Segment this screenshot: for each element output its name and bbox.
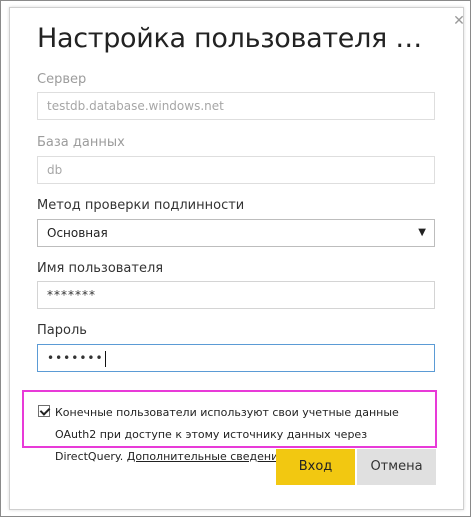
server-label: Сервер bbox=[37, 72, 87, 87]
dropdown-arrow-icon: ▼ bbox=[418, 227, 426, 238]
server-field: testdb.database.windows.net bbox=[37, 92, 435, 120]
dialog-title: Настройка пользователя SQL... bbox=[37, 23, 433, 54]
username-field[interactable]: ******* bbox=[37, 281, 435, 309]
learn-more-link[interactable]: Дополнительные сведения bbox=[127, 450, 285, 463]
username-value: ******* bbox=[47, 288, 96, 302]
username-label: Имя пользователя bbox=[37, 261, 164, 276]
database-label: База данных bbox=[37, 135, 125, 150]
sign-in-button[interactable]: Вход bbox=[276, 449, 355, 485]
database-field: db bbox=[37, 156, 435, 184]
oauth-consent-checkbox[interactable] bbox=[38, 405, 50, 417]
auth-method-select[interactable]: Основная ▼ bbox=[37, 219, 435, 247]
cancel-button[interactable]: Отмена bbox=[357, 449, 436, 485]
password-field[interactable]: ••••••• bbox=[37, 344, 435, 372]
window-frame: ✕ Настройка пользователя SQL... Сервер t… bbox=[0, 0, 471, 517]
password-value: ••••••• bbox=[47, 351, 104, 365]
text-cursor bbox=[104, 350, 106, 367]
auth-method-value: Основная bbox=[47, 226, 108, 240]
auth-method-label: Метод проверки подлинности bbox=[37, 198, 245, 213]
password-label: Пароль bbox=[37, 323, 87, 338]
close-icon[interactable]: ✕ bbox=[451, 13, 467, 29]
